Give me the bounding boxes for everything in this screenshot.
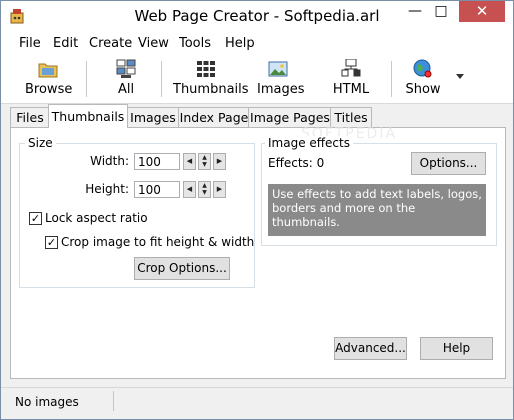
- height-updown-icon[interactable]: ▲ ▼: [198, 181, 211, 198]
- effects-count-label: Effects: 0: [268, 156, 325, 170]
- image-effects-title: Image effects: [265, 136, 353, 150]
- crop-image-checkbox[interactable]: ✓: [45, 236, 58, 249]
- height-right-icon[interactable]: ▶: [213, 181, 226, 198]
- all-icon: [116, 59, 136, 78]
- minimize-button[interactable]: —: [402, 1, 428, 22]
- lock-aspect-label: Lock aspect ratio: [45, 211, 148, 225]
- tab-image-pages[interactable]: Image Pages: [248, 107, 332, 127]
- menu-create[interactable]: Create: [89, 36, 132, 51]
- status-separator: [113, 391, 114, 411]
- width-updown-icon[interactable]: ▲ ▼: [198, 153, 211, 170]
- toolbar-separator: [86, 61, 87, 97]
- title-bar: Web Page Creator - Softpedia.arl — □ ✕: [1, 1, 513, 33]
- toolbar-separator: [161, 61, 162, 97]
- folder-icon: [38, 63, 58, 78]
- all-button[interactable]: All: [109, 59, 143, 99]
- toolbar-separator: [391, 61, 392, 97]
- browse-button[interactable]: Browse: [25, 59, 72, 99]
- crop-image-label: Crop image to fit height & width: [61, 235, 255, 249]
- menu-bar: File Edit Create View Tools Help: [1, 33, 513, 55]
- thumbnails-button[interactable]: Thumbnails: [173, 59, 249, 99]
- height-label: Height:: [85, 182, 129, 196]
- height-left-icon[interactable]: ◀: [183, 181, 196, 198]
- menu-file[interactable]: File: [19, 36, 41, 51]
- height-input[interactable]: 100: [134, 181, 180, 198]
- show-dropdown-arrow-icon[interactable]: [456, 74, 464, 79]
- toolbar: Browse All Thumbnails Images HTML Show: [1, 55, 513, 104]
- tab-thumbnails[interactable]: Thumbnails: [48, 104, 128, 128]
- html-button[interactable]: HTML: [331, 59, 371, 99]
- width-label: Width:: [90, 154, 129, 168]
- maximize-button[interactable]: □: [428, 1, 454, 22]
- tab-index-page[interactable]: Index Page: [178, 107, 250, 127]
- status-bar: No images: [1, 387, 513, 419]
- thumbnails-icon: [197, 61, 215, 77]
- lock-aspect-checkbox[interactable]: ✓: [29, 212, 42, 225]
- images-button[interactable]: Images: [257, 59, 305, 99]
- menu-edit[interactable]: Edit: [53, 36, 78, 51]
- tab-files[interactable]: Files: [10, 107, 50, 127]
- html-icon: [341, 59, 361, 77]
- size-group-title: Size: [25, 136, 56, 150]
- close-button[interactable]: ✕: [459, 1, 505, 22]
- show-button[interactable]: Show: [405, 59, 441, 99]
- menu-tools[interactable]: Tools: [179, 36, 211, 51]
- tab-titles[interactable]: Titles: [330, 107, 372, 127]
- menu-view[interactable]: View: [138, 36, 169, 51]
- width-input[interactable]: 100: [134, 153, 180, 170]
- tab-images[interactable]: Images: [126, 107, 180, 127]
- effects-options-button[interactable]: Options...: [411, 152, 486, 175]
- effects-description: Use effects to add text labels, logos, b…: [268, 184, 486, 236]
- width-left-icon[interactable]: ◀: [183, 153, 196, 170]
- app-window: Web Page Creator - Softpedia.arl — □ ✕ F…: [0, 0, 514, 420]
- image-icon: [268, 61, 288, 77]
- crop-options-button[interactable]: Crop Options...: [134, 257, 230, 280]
- status-text: No images: [15, 395, 79, 409]
- globe-icon: [413, 59, 432, 78]
- tab-strip: Files Thumbnails Images Index Page Image…: [1, 104, 513, 128]
- menu-help[interactable]: Help: [225, 36, 255, 51]
- advanced-button[interactable]: Advanced...: [334, 337, 407, 360]
- width-right-icon[interactable]: ▶: [213, 153, 226, 170]
- help-button[interactable]: Help: [420, 337, 493, 360]
